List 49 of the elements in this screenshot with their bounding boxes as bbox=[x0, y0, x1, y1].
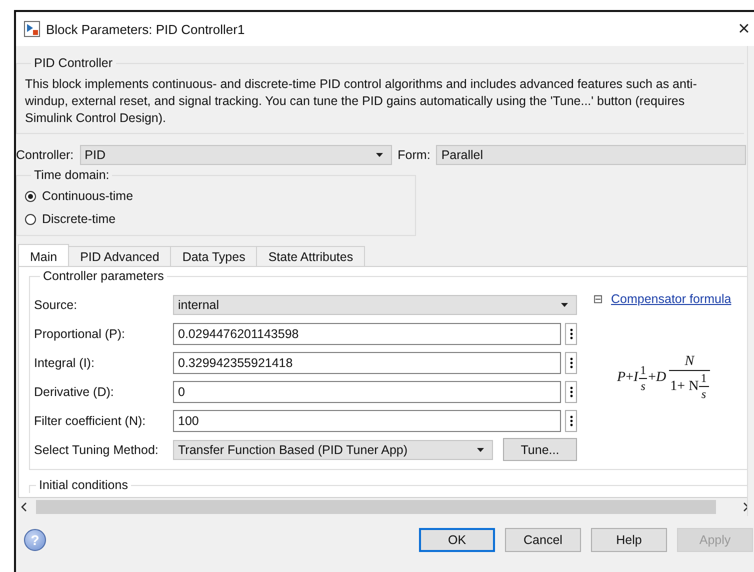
input-field[interactable]: 0.0294476201143598 bbox=[173, 322, 561, 344]
description-text: This block implements continuous- and discrete-time PID control algorithms and includes advanced features such as anti-windup, external reset, and signal tracking. You can tune the PID gains automatically using the 'Tune...' button (requires Simulink Control Design). bbox=[25, 76, 698, 127]
controller-label: Controller: bbox=[16, 148, 74, 162]
more-options-button[interactable] bbox=[565, 322, 577, 344]
tuning-method-dropdown[interactable]: Transfer Function Based (PID Tuner App) bbox=[173, 440, 493, 460]
tab[interactable]: Main bbox=[18, 244, 70, 266]
source-dropdown[interactable]: internal bbox=[173, 294, 577, 314]
collapse-icon[interactable]: ⊟ bbox=[593, 292, 603, 306]
parameter-label: Select Tuning Method: bbox=[34, 442, 160, 456]
group-title: Initial conditions bbox=[38, 478, 129, 492]
tune-button[interactable]: Tune... bbox=[503, 438, 577, 461]
dialog-button[interactable]: Cancel bbox=[505, 528, 581, 552]
radio-option[interactable]: Continuous-time bbox=[25, 189, 405, 203]
form-label: Form: bbox=[398, 148, 430, 162]
form-dropdown[interactable]: Parallel bbox=[436, 145, 746, 165]
parameter-label: Filter coefficient (N): bbox=[34, 414, 147, 428]
kebab-icon bbox=[570, 328, 572, 340]
group-title: PID Controller bbox=[33, 56, 114, 70]
caret-icon bbox=[477, 448, 484, 452]
kebab-icon bbox=[570, 356, 572, 368]
parameter-label: Integral (I): bbox=[34, 356, 96, 370]
tab[interactable]: State Attributes bbox=[256, 246, 366, 266]
dialog-button[interactable]: Help bbox=[591, 528, 667, 552]
controller-dropdown[interactable]: PID bbox=[80, 145, 392, 165]
parameter-label: Source: bbox=[34, 298, 78, 312]
compensator-formula-link[interactable]: Compensator formula bbox=[611, 292, 732, 306]
parameter-label: Proportional (P): bbox=[34, 326, 126, 340]
dialog-button[interactable]: OK bbox=[419, 528, 495, 552]
kebab-icon bbox=[570, 386, 572, 398]
caret-icon bbox=[561, 302, 568, 306]
caret-icon bbox=[376, 153, 383, 157]
input-field[interactable]: 0 bbox=[173, 380, 561, 402]
block-icon bbox=[24, 21, 40, 37]
scroll-right-icon[interactable] bbox=[742, 502, 750, 512]
more-options-button[interactable] bbox=[565, 352, 577, 374]
tab[interactable]: Data Types bbox=[170, 246, 258, 266]
radio-option[interactable]: Discrete-time bbox=[25, 212, 405, 226]
more-options-button[interactable] bbox=[565, 410, 577, 432]
close-button[interactable]: × bbox=[732, 18, 754, 40]
parameter-label: Derivative (D): bbox=[34, 384, 115, 398]
scroll-left-icon[interactable] bbox=[20, 502, 28, 512]
window-title: Block Parameters: PID Controller1 bbox=[46, 22, 246, 36]
kebab-icon bbox=[570, 414, 572, 426]
group-title: Time domain: bbox=[33, 168, 110, 182]
group-title: Controller parameters bbox=[42, 269, 165, 283]
more-options-button[interactable] bbox=[565, 380, 577, 402]
horizontal-scrollbar[interactable] bbox=[36, 500, 716, 514]
input-field[interactable]: 0.329942355921418 bbox=[173, 352, 561, 374]
input-field[interactable]: 100 bbox=[173, 410, 561, 432]
